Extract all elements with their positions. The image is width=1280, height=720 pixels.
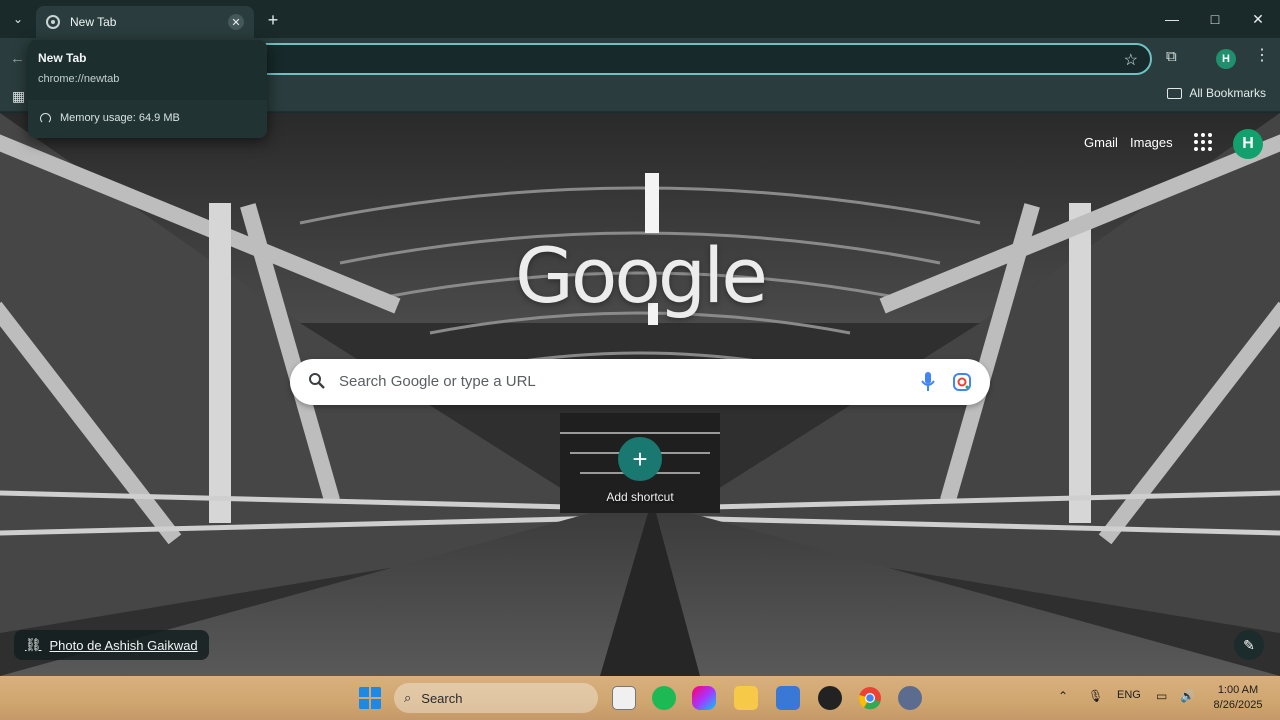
all-bookmarks-label: All Bookmarks xyxy=(1189,86,1266,100)
photo-credit-link[interactable]: ⛓ Photo de Ashish Gaikwad xyxy=(14,630,209,660)
tray-chevron-up-icon[interactable]: ⌃ xyxy=(1058,689,1068,703)
apps-grid-icon[interactable]: ▦ xyxy=(12,88,25,105)
profile-avatar-button[interactable]: H xyxy=(1216,49,1236,69)
windows-start-icon[interactable] xyxy=(358,686,382,710)
add-shortcut-button[interactable]: + Add shortcut xyxy=(600,437,680,504)
title-bar: ⌄ New Tab ✕ + — □ ✕ xyxy=(0,0,1280,38)
menu-kebab-icon[interactable]: ⋮ xyxy=(1254,48,1270,64)
gmail-link[interactable]: Gmail xyxy=(1084,135,1118,150)
copilot-icon[interactable] xyxy=(692,686,716,710)
plus-icon: + xyxy=(618,437,662,481)
account-avatar[interactable]: H xyxy=(1233,129,1263,159)
photo-credit-text: Photo de Ashish Gaikwad xyxy=(49,637,198,653)
search-placeholder: Search Google or type a URL xyxy=(339,373,536,390)
google-apps-icon[interactable] xyxy=(1194,133,1212,151)
close-window-button[interactable]: ✕ xyxy=(1246,8,1270,30)
memory-gauge-icon xyxy=(40,112,51,124)
add-shortcut-label: Add shortcut xyxy=(606,490,674,504)
tab-new-tab[interactable]: New Tab ✕ xyxy=(36,6,254,38)
spotify-icon[interactable] xyxy=(652,686,676,710)
microphone-icon[interactable]: 🎙 xyxy=(1088,689,1103,703)
link-icon: ⛓ xyxy=(25,637,42,652)
folder-icon xyxy=(1167,87,1183,99)
new-tab-button[interactable]: + xyxy=(262,9,284,31)
language-indicator[interactable]: ENG xyxy=(1117,689,1141,701)
browser-app-icon[interactable] xyxy=(898,686,922,710)
network-icon[interactable]: ▭ xyxy=(1156,689,1167,703)
clock[interactable]: 1:00 AM 8/26/2025 xyxy=(1206,683,1270,713)
back-arrow-icon[interactable]: ← xyxy=(10,50,25,67)
tab-close-icon[interactable]: ✕ xyxy=(228,14,244,30)
voice-search-mic-icon[interactable] xyxy=(920,371,936,393)
images-link[interactable]: Images xyxy=(1130,135,1173,150)
taskbar-search[interactable]: ⌕ Search xyxy=(394,683,598,713)
maximize-button[interactable]: □ xyxy=(1203,8,1227,30)
memory-usage-text: Memory usage: 64.9 MB xyxy=(60,112,180,124)
chrome-favicon-icon xyxy=(46,15,60,29)
customize-pencil-icon[interactable]: ✎ xyxy=(1234,630,1264,660)
taskbar-search-label: Search xyxy=(421,690,463,706)
clock-time: 1:00 AM xyxy=(1217,684,1259,696)
hover-card-url: chrome://newtab xyxy=(38,73,120,85)
extensions-puzzle-icon[interactable]: ⧉ xyxy=(1166,48,1184,66)
obs-icon[interactable] xyxy=(818,686,842,710)
bookmark-star-icon[interactable]: ☆ xyxy=(1124,50,1138,70)
all-bookmarks-button[interactable]: All Bookmarks xyxy=(1167,86,1266,100)
volume-icon[interactable]: 🔊 xyxy=(1180,689,1195,703)
clock-date: 8/26/2025 xyxy=(1213,699,1263,711)
microsoft-store-icon[interactable] xyxy=(776,686,800,710)
tab-search-chevron-icon[interactable]: ⌄ xyxy=(6,7,30,31)
taskbar: ⌕ Search ⌃ 🎙 ENG ▭ 🔊 1:00 AM 8/26/2025 xyxy=(0,676,1280,720)
google-logo: Google xyxy=(514,231,768,320)
tab-hover-card: New Tab chrome://newtab Memory usage: 64… xyxy=(28,40,267,138)
tab-title: New Tab xyxy=(70,15,117,29)
hover-card-title: New Tab xyxy=(38,51,87,65)
chrome-icon[interactable] xyxy=(858,686,882,710)
minimize-button[interactable]: — xyxy=(1160,8,1184,30)
google-lens-icon[interactable] xyxy=(952,372,972,392)
new-tab-page: Gmail Images H Google Search Google or t… xyxy=(0,113,1280,676)
search-icon: ⌕ xyxy=(404,690,412,705)
address-bar[interactable]: ☆ xyxy=(130,43,1152,75)
file-explorer-icon[interactable] xyxy=(734,686,758,710)
task-view-icon[interactable] xyxy=(612,686,636,710)
ntp-search-box[interactable]: Search Google or type a URL xyxy=(290,359,990,405)
search-icon xyxy=(309,373,325,389)
